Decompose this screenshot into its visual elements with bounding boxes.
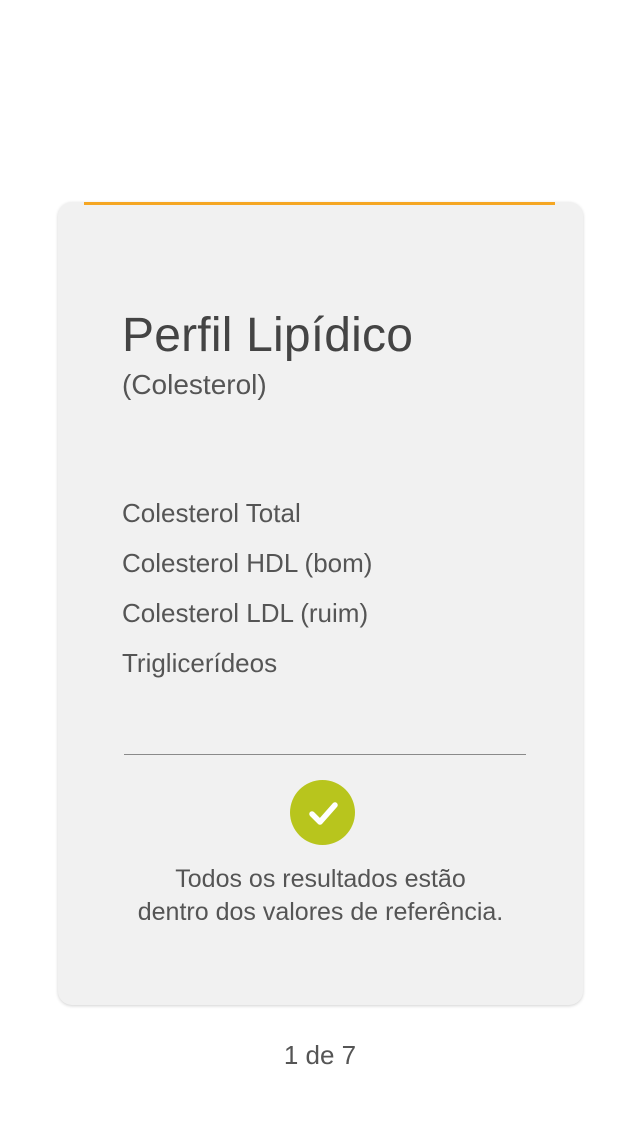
card-title: Perfil Lipídico: [122, 309, 414, 362]
test-item-triglicerideos: Triglicerídeos: [122, 648, 278, 678]
card-accent-bar: [84, 202, 555, 205]
check-icon: [290, 780, 355, 845]
test-list: Colesterol Total Colesterol HDL (bom) Co…: [122, 498, 372, 698]
page-indicator: 1 de 7: [283, 1040, 357, 1070]
status-message: Todos os resultados estão dentro dos val…: [78, 863, 563, 929]
status-message-line-2: dentro dos valores de referência.: [137, 898, 504, 926]
test-item-colesterol-ldl: Colesterol LDL (ruim): [122, 598, 369, 628]
test-item-colesterol-hdl: Colesterol HDL (bom): [122, 548, 373, 578]
divider: [124, 754, 526, 755]
exam-card[interactable]: Perfil Lipídico (Colesterol) Colesterol …: [58, 202, 583, 1005]
screen: Perfil Lipídico (Colesterol) Colesterol …: [0, 0, 640, 1136]
status-message-line-1: Todos os resultados estão: [175, 865, 466, 893]
test-item-colesterol-total: Colesterol Total: [122, 498, 301, 528]
card-subtitle: (Colesterol): [122, 369, 267, 400]
